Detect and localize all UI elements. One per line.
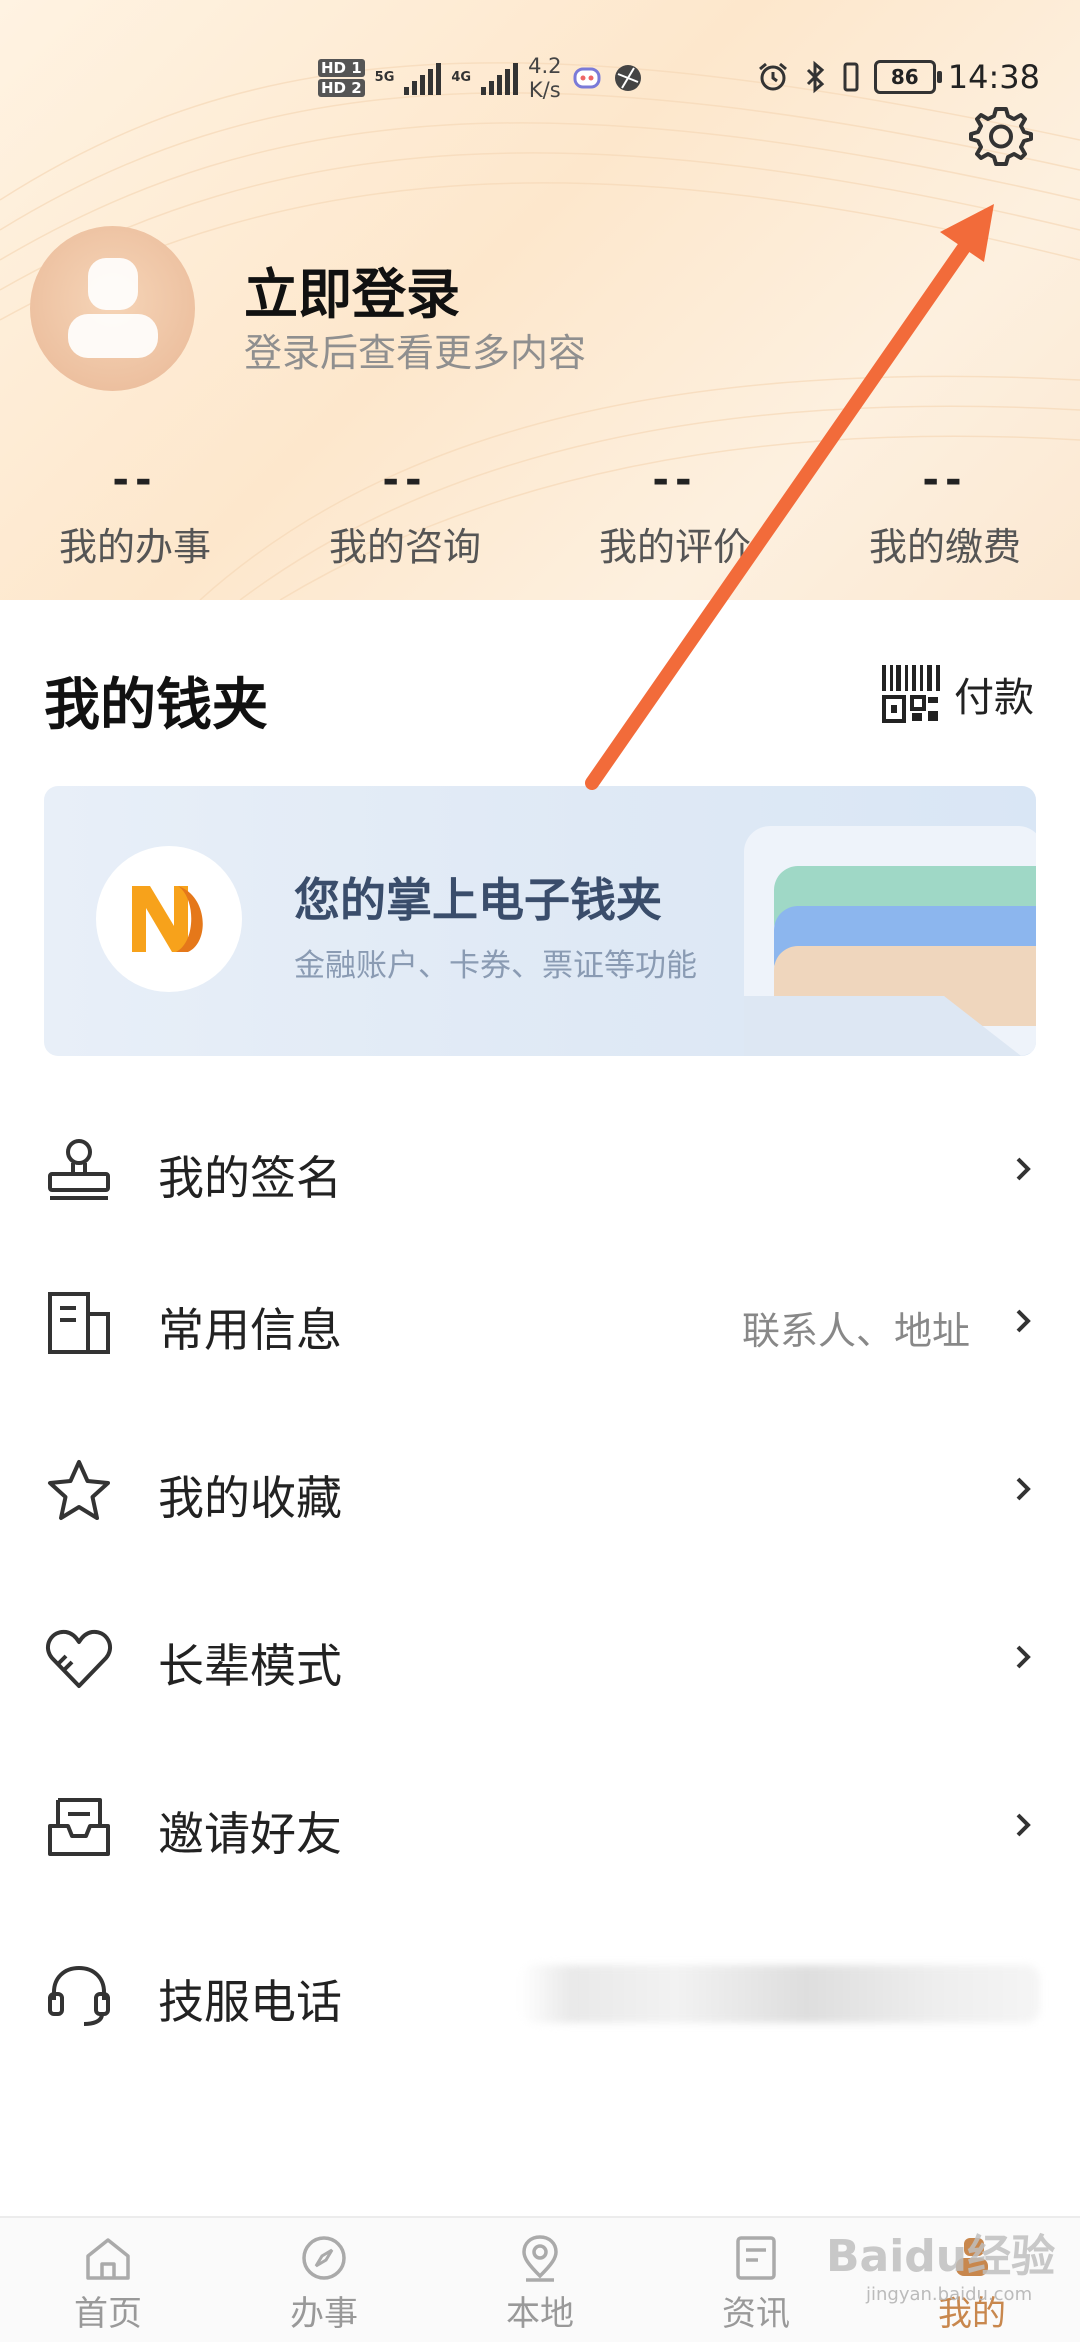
chevron-right-icon bbox=[1016, 1157, 1031, 1181]
browser-notification-icon bbox=[614, 65, 641, 91]
stat-label: 我的咨询 bbox=[328, 525, 481, 569]
menu-item-favorites[interactable]: 我的收藏 bbox=[0, 1434, 1080, 1544]
menu-item-label: 常用信息 bbox=[158, 1303, 342, 1357]
chevron-right-icon bbox=[1016, 1645, 1031, 1669]
network-speed-unit: K/s bbox=[528, 78, 561, 102]
signal-icon bbox=[404, 61, 442, 95]
user-placeholder-icon bbox=[68, 258, 158, 358]
stat-value: -- bbox=[112, 457, 158, 503]
status-bar: HD 1 HD 2 5G 4G 4.2 K/s 86 14:38 bbox=[0, 0, 1080, 150]
compass-icon bbox=[302, 2236, 346, 2280]
stat-my-affairs[interactable]: -- 我的办事 bbox=[0, 450, 270, 580]
menu-item-label: 我的收藏 bbox=[158, 1471, 342, 1525]
home-icon bbox=[86, 2238, 130, 2280]
wallet-logo bbox=[96, 846, 242, 992]
baidu-watermark-url: jingyan.baidu.com bbox=[866, 2284, 1033, 2305]
stamp-icon bbox=[48, 1139, 110, 1200]
network-speed: 4.2 K/s bbox=[528, 54, 561, 102]
nav-label: 资讯 bbox=[722, 2294, 790, 2334]
battery-indicator: 86 bbox=[873, 60, 942, 94]
nav-label: 办事 bbox=[290, 2294, 358, 2334]
wallet-card-title: 您的掌上电子钱夹 bbox=[294, 873, 662, 927]
payment-code-icon bbox=[882, 665, 940, 723]
menu-item-signature[interactable]: 我的签名 bbox=[0, 1114, 1080, 1224]
inbox-icon bbox=[48, 1798, 110, 1856]
chevron-right-icon bbox=[1016, 1813, 1031, 1837]
stat-label: 我的缴费 bbox=[868, 525, 1021, 569]
wallet-title: 我的钱夹 bbox=[44, 672, 268, 738]
hd2-label: HD 2 bbox=[318, 79, 365, 97]
menu-item-invite-friends[interactable]: 邀请好友 bbox=[0, 1770, 1080, 1880]
menu-item-label: 技服电话 bbox=[158, 1975, 342, 2029]
bluetooth-icon bbox=[806, 60, 824, 94]
stat-my-consult[interactable]: -- 我的咨询 bbox=[270, 450, 540, 580]
avatar[interactable] bbox=[30, 226, 195, 391]
stat-label: 我的评价 bbox=[598, 525, 751, 569]
nav-local[interactable]: 本地 bbox=[432, 2218, 648, 2342]
login-subtitle: 登录后查看更多内容 bbox=[244, 331, 587, 375]
settings-gear-icon[interactable] bbox=[968, 103, 1034, 169]
status-right: 86 14:38 bbox=[756, 55, 1040, 99]
menu-item-label: 长辈模式 bbox=[158, 1639, 342, 1693]
network-speed-value: 4.2 bbox=[528, 54, 562, 78]
stat-value: -- bbox=[652, 457, 698, 503]
baidu-watermark: Baidu经验 bbox=[826, 2231, 1056, 2282]
e-wallet-card[interactable]: 您的掌上电子钱夹 金融账户、卡券、票证等功能 bbox=[44, 786, 1036, 1056]
stat-my-review[interactable]: -- 我的评价 bbox=[540, 450, 810, 580]
news-icon bbox=[736, 2236, 776, 2280]
menu-item-label: 邀请好友 bbox=[158, 1807, 342, 1861]
login-title[interactable]: 立即登录 bbox=[244, 250, 460, 329]
hd-indicator: HD 1 HD 2 bbox=[318, 59, 365, 97]
pay-button[interactable]: 付款 bbox=[882, 665, 1034, 723]
location-icon bbox=[522, 2235, 558, 2282]
status-left: HD 1 HD 2 5G 4G 4.2 K/s bbox=[318, 48, 644, 108]
nav-label: 首页 bbox=[74, 2294, 142, 2334]
card-stack-illustration bbox=[744, 826, 1036, 1056]
stats-row: -- 我的办事 -- 我的咨询 -- 我的评价 -- 我的缴费 bbox=[0, 450, 1080, 580]
stat-my-payment[interactable]: -- 我的缴费 bbox=[810, 450, 1080, 580]
heart-icon bbox=[46, 1629, 112, 1688]
wallet-card-subtitle: 金融账户、卡券、票证等功能 bbox=[294, 948, 697, 984]
chevron-right-icon bbox=[1016, 1309, 1031, 1333]
nav-label: 本地 bbox=[506, 2294, 574, 2334]
pay-label: 付款 bbox=[954, 675, 1034, 721]
network-5g-label: 5G bbox=[374, 70, 395, 85]
nav-home[interactable]: 首页 bbox=[0, 2218, 216, 2342]
app-notification-icon bbox=[573, 67, 601, 89]
alarm-icon bbox=[758, 62, 787, 91]
menu-item-common-info[interactable]: 常用信息 联系人、地址 bbox=[0, 1266, 1080, 1376]
headset-icon bbox=[48, 1966, 110, 2026]
clock: 14:38 bbox=[947, 58, 1040, 96]
menu-item-label: 我的签名 bbox=[158, 1151, 342, 1205]
stat-value: -- bbox=[382, 457, 428, 503]
signal-icon-2 bbox=[481, 61, 519, 95]
chevron-right-icon bbox=[1016, 1477, 1031, 1501]
menu-item-hint: 联系人、地址 bbox=[741, 1309, 970, 1353]
vibrate-icon bbox=[843, 62, 859, 92]
star-icon bbox=[48, 1460, 110, 1520]
n-logo-icon bbox=[132, 886, 203, 952]
redacted-phone-number bbox=[520, 1965, 1040, 2023]
network-4g-label: 4G bbox=[451, 70, 472, 85]
building-icon bbox=[48, 1292, 110, 1354]
stat-label: 我的办事 bbox=[58, 525, 211, 569]
nav-services[interactable]: 办事 bbox=[216, 2218, 432, 2342]
menu-item-elder-mode[interactable]: 长辈模式 bbox=[0, 1602, 1080, 1712]
hd1-label: HD 1 bbox=[318, 59, 365, 77]
stat-value: -- bbox=[922, 457, 968, 503]
